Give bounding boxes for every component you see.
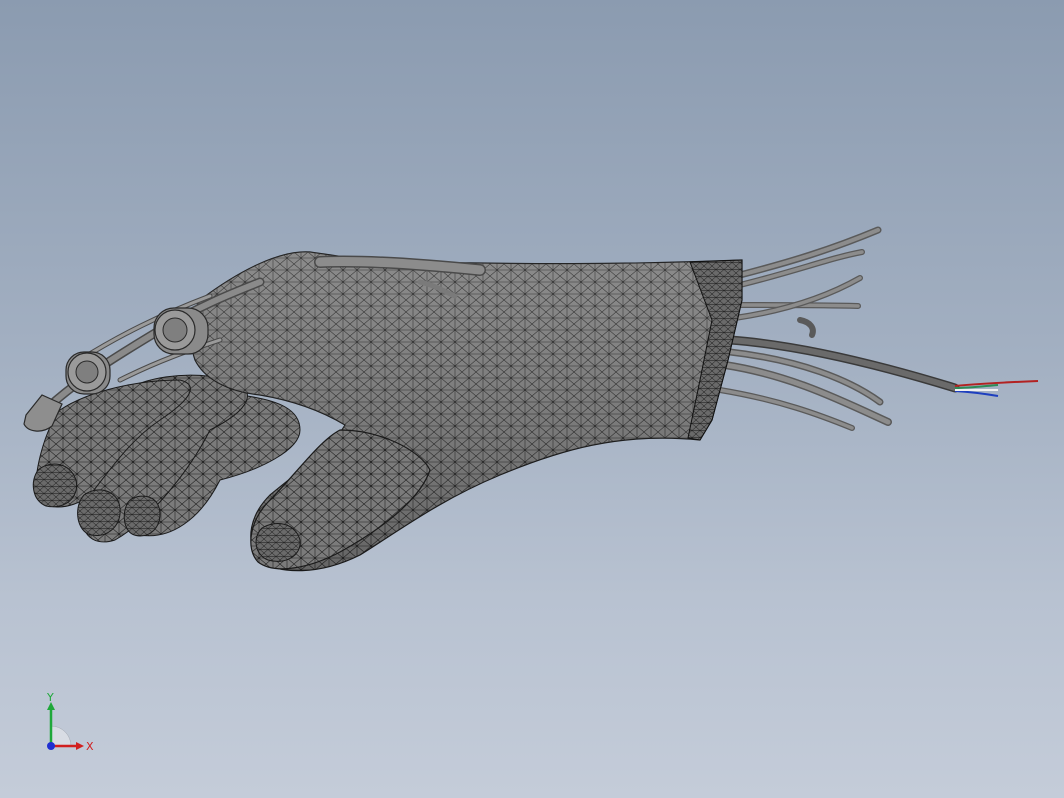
signal-wires [954, 380, 1039, 397]
coordinate-triad: Y X [46, 691, 94, 753]
z-axis-point-icon [47, 742, 55, 750]
joint-sensor-proximal [153, 307, 209, 355]
graphics-viewport[interactable]: Y X [0, 0, 1064, 798]
joint-sensor-distal [65, 351, 111, 395]
fingertip-ring [123, 495, 161, 537]
glove-3d-model[interactable] [0, 0, 1064, 798]
triad-x-label: X [86, 740, 94, 753]
triad-plane-icon [50, 725, 72, 747]
fingertip-middle [77, 489, 121, 536]
fingertip-index [32, 463, 78, 508]
triad-y-label: Y [46, 691, 54, 704]
cable-bundle [717, 226, 960, 431]
